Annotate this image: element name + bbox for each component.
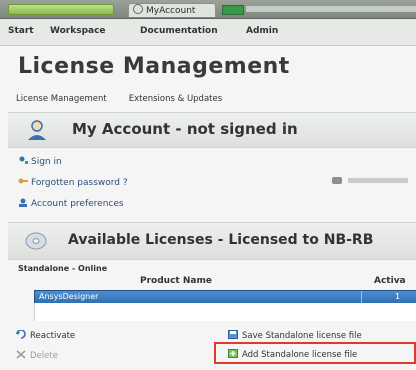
menu-workspace[interactable]: Workspace (50, 26, 106, 36)
delete-icon (16, 350, 26, 359)
row-activation: 1 (395, 292, 401, 301)
column-divider (361, 291, 362, 303)
key-icon (18, 178, 28, 184)
disabled-action (330, 176, 416, 186)
add-file-icon (228, 349, 238, 358)
account-preferences-link[interactable]: Account preferences (18, 198, 124, 209)
app-indicator (8, 4, 114, 15)
title-bar: MyAccount (0, 0, 416, 19)
save-license-file-button[interactable]: Save Standalone license file (228, 330, 362, 341)
browser-tab[interactable]: MyAccount (128, 3, 216, 17)
account-title: My Account - not signed in (72, 120, 298, 138)
user-icon (28, 120, 46, 140)
add-license-file-label: Add Standalone license file (242, 350, 358, 360)
license-group-label: Standalone - Online (18, 264, 108, 273)
status-indicator (222, 5, 244, 15)
save-icon (228, 330, 238, 339)
column-product-name[interactable]: Product Name (140, 276, 212, 286)
menu-documentation[interactable]: Documentation (140, 26, 218, 36)
column-activation[interactable]: Activa (374, 276, 406, 286)
sign-in-link[interactable]: Sign in (18, 156, 62, 167)
table-row[interactable]: AnsysDesigner 1 (34, 290, 416, 304)
menu-start[interactable]: Start (8, 26, 34, 36)
menu-bar: Start Workspace Documentation Admin (0, 19, 416, 46)
reactivate-label: Reactivate (30, 331, 76, 341)
page-title: License Management (18, 54, 290, 79)
preferences-icon (19, 198, 27, 207)
sign-in-icon (19, 156, 28, 164)
licenses-section-header: Available Licenses - Licensed to NB-RB (8, 222, 416, 260)
disc-icon (25, 232, 47, 250)
account-preferences-label: Account preferences (31, 199, 124, 209)
tab-title: MyAccount (146, 6, 196, 16)
address-strip (246, 6, 416, 12)
forgotten-password-label: Forgotten password ? (31, 178, 128, 188)
add-license-file-button[interactable]: Add Standalone license file (228, 349, 357, 360)
account-section-header: My Account - not signed in (8, 112, 416, 148)
reactivate-button[interactable]: Reactivate (16, 330, 75, 341)
subtabs: License Management Extensions & Updates (16, 94, 244, 104)
tab-license-management[interactable]: License Management (16, 94, 107, 104)
licenses-title: Available Licenses - Licensed to NB-RB (68, 232, 374, 248)
disabled-action-text (348, 178, 408, 183)
delete-button[interactable]: Delete (16, 350, 58, 361)
sign-in-label: Sign in (31, 157, 62, 167)
disabled-action-icon (332, 177, 342, 184)
license-table-body (34, 303, 416, 321)
row-product-name: AnsysDesigner (39, 292, 99, 301)
tab-extensions-updates[interactable]: Extensions & Updates (129, 94, 222, 104)
forgotten-password-link[interactable]: Forgotten password ? (18, 177, 128, 188)
save-license-file-label: Save Standalone license file (242, 331, 362, 341)
delete-label: Delete (30, 351, 58, 361)
menu-admin[interactable]: Admin (246, 26, 278, 36)
license-table-header: Product Name Activa (18, 276, 416, 288)
reactivate-icon (16, 330, 26, 339)
tab-icon (133, 4, 143, 14)
